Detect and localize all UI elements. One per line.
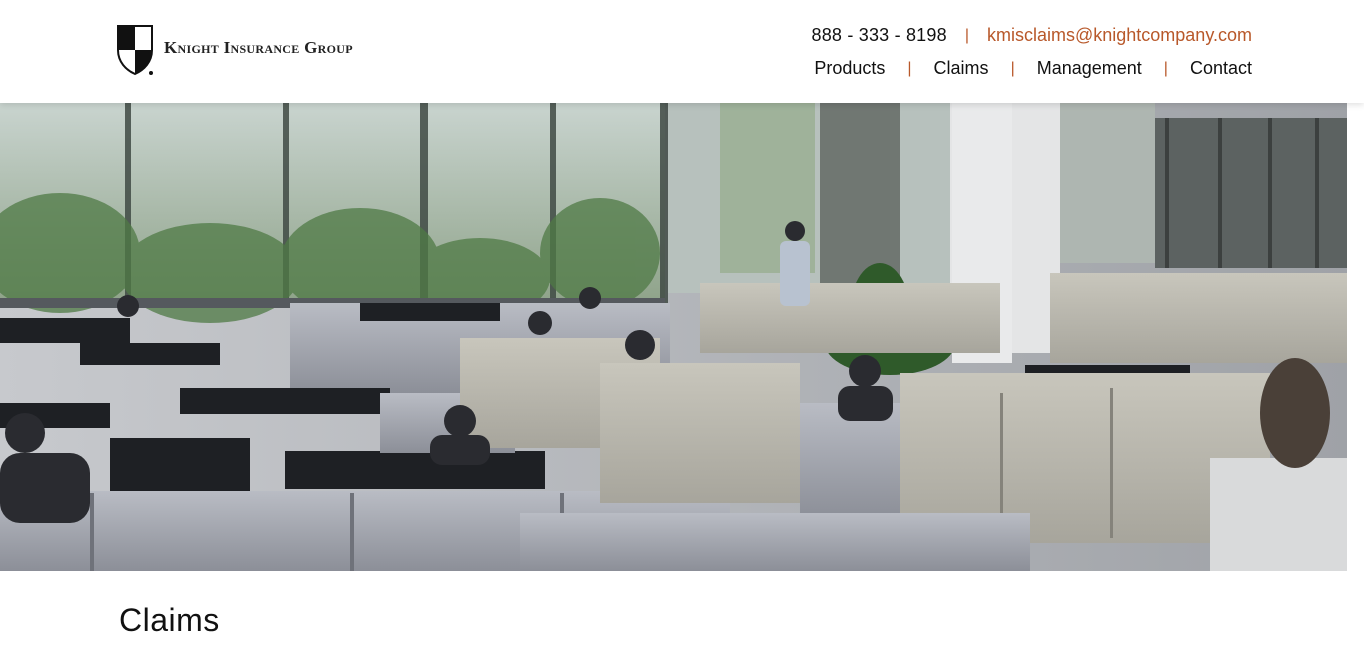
shield-logo-icon — [117, 25, 153, 76]
nav-item-management[interactable]: Management — [1037, 58, 1142, 79]
nav-item-claims[interactable]: Claims — [934, 58, 989, 79]
main-nav: Products | Claims | Management | Contact — [814, 58, 1252, 79]
hero-office-photo — [0, 103, 1347, 571]
office-photo-illustration — [0, 103, 1347, 571]
nav-separator: | — [1010, 59, 1015, 77]
site-header: Knight Insurance Group 888 - 333 - 8198 … — [0, 0, 1364, 103]
logo-link[interactable]: Knight Insurance Group — [116, 24, 353, 76]
contact-row: 888 - 333 - 8198 | kmisclaims@knightcomp… — [812, 25, 1252, 46]
contact-separator: | — [964, 26, 969, 44]
page-title: Claims — [119, 602, 220, 638]
logo-text: Knight Insurance Group — [164, 38, 353, 57]
nav-item-products[interactable]: Products — [814, 58, 885, 79]
nav-separator: | — [1163, 59, 1168, 77]
nav-item-contact[interactable]: Contact — [1190, 58, 1252, 79]
email-link[interactable]: kmisclaims@knightcompany.com — [987, 25, 1252, 46]
nav-separator: | — [907, 59, 912, 77]
phone-number[interactable]: 888 - 333 - 8198 — [812, 25, 947, 46]
